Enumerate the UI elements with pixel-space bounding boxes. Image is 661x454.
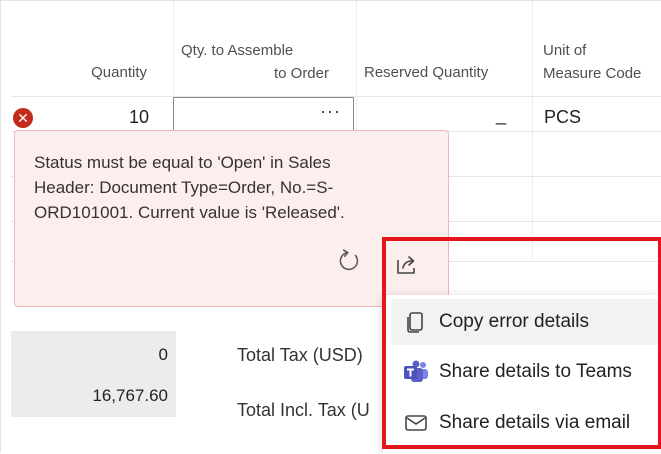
total-tax-label: Total Tax (USD)	[237, 345, 363, 365]
lines-grid: Quantity Qty. to Assemble to Order Reser…	[0, 0, 661, 454]
error-message: Status must be equal to 'Open' in Sales …	[34, 153, 345, 222]
share-menu: Copy error details Share details to Team…	[383, 295, 661, 454]
column-header-quantity[interactable]: Quantity	[61, 61, 147, 84]
column-header-uom-line2: Measure Code	[543, 65, 642, 82]
column-header-qty-assemble-line2: to Order	[273, 65, 329, 82]
qty-assemble-input[interactable]: ···	[173, 97, 354, 130]
menu-item-copy-error-details[interactable]: Copy error details	[391, 299, 659, 345]
error-callout: Status must be equal to 'Open' in Sales …	[14, 130, 449, 307]
menu-item-label: Copy error details	[439, 311, 589, 332]
error-indicator-icon[interactable]: ✕	[13, 108, 33, 128]
totals-values-panel: 0 16,767.60	[11, 331, 176, 417]
column-header-qty-assemble-line1: Qty. to Assemble	[181, 42, 294, 59]
copy-icon	[403, 309, 429, 335]
menu-item-share-email[interactable]: Share details via email	[391, 400, 659, 446]
total-incl-tax-label: Total Incl. Tax (U	[237, 400, 370, 420]
reserved-quantity-cell[interactable]: _	[496, 105, 506, 126]
column-header-uom[interactable]: Unit of Measure Code	[543, 39, 661, 85]
total-value-2: 16,767.60	[92, 386, 168, 405]
quantity-cell[interactable]: 10	[101, 107, 149, 128]
column-header-reserved-quantity[interactable]: Reserved Quantity	[364, 61, 524, 84]
menu-item-share-teams[interactable]: Share details to Teams	[391, 349, 659, 395]
share-icon[interactable]	[393, 251, 421, 279]
column-header-qty-assemble[interactable]: Qty. to Assemble to Order	[181, 39, 329, 85]
uom-cell[interactable]: PCS	[544, 107, 581, 128]
column-header-uom-line1: Unit of	[543, 42, 587, 59]
teams-icon	[403, 359, 429, 385]
menu-item-label: Share details via email	[439, 412, 631, 433]
refresh-icon[interactable]	[335, 247, 363, 275]
total-value-1: 0	[158, 345, 168, 364]
menu-item-label: Share details to Teams	[439, 361, 632, 382]
email-icon	[403, 410, 429, 436]
more-options-icon[interactable]: ···	[320, 101, 341, 122]
